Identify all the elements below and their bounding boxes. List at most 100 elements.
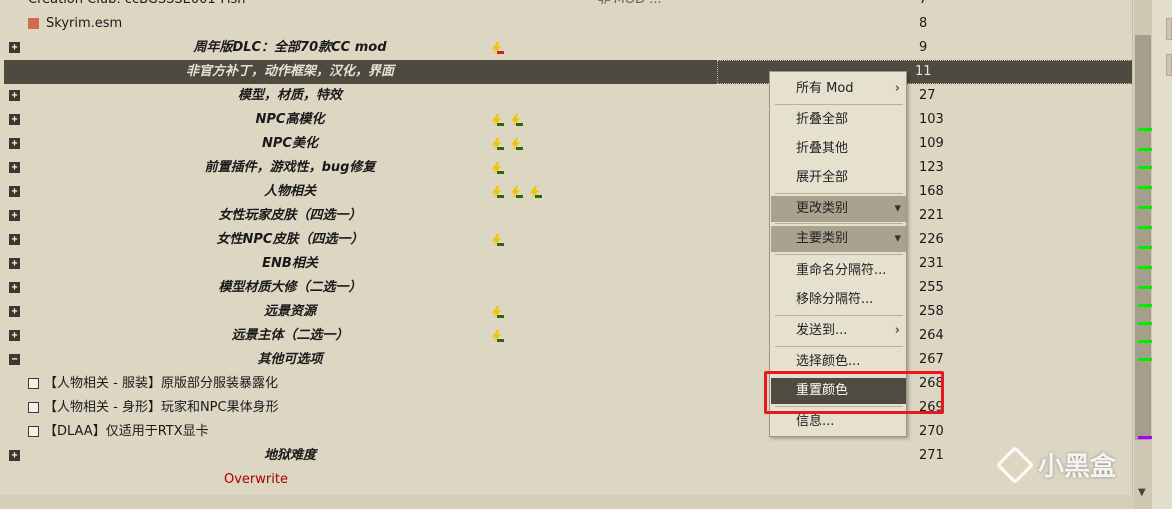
priority: 258 (919, 304, 944, 319)
menu-item-collapse-others[interactable]: 折叠其他 (771, 136, 906, 162)
expand-icon[interactable]: + (9, 90, 20, 101)
expand-icon[interactable]: + (9, 258, 20, 269)
scroll-marker (1138, 148, 1152, 151)
priority: 27 (919, 88, 936, 103)
mod-row[interactable]: Creation Club: ccBGSSSE001-Fish 非 MOD ..… (0, 0, 1132, 12)
side-panel-control[interactable] (1166, 18, 1172, 40)
separator-name: 非官方补丁，动作框架，汉化，界面 (185, 64, 394, 79)
separator-row[interactable]: + 地狱难度 271 (0, 444, 1132, 468)
separator-bar: 远景主体（二选一） (24, 324, 1132, 348)
expand-icon[interactable]: + (9, 306, 20, 317)
collapse-icon[interactable]: − (9, 354, 20, 365)
overwrite-row[interactable]: Overwrite (0, 468, 1132, 492)
horizontal-scrollbar[interactable] (0, 495, 1134, 509)
menu-item-expand-all[interactable]: 展开全部 (771, 165, 906, 191)
scroll-marker (1138, 304, 1152, 307)
separator-row[interactable]: + 前置插件，游戏性，bug修复 123 (0, 156, 1132, 180)
flag-icons (490, 161, 509, 175)
expand-icon[interactable]: + (9, 114, 20, 125)
side-panel-control[interactable] (1166, 54, 1172, 76)
menu-item-rename-separator[interactable]: 重命名分隔符... (771, 258, 906, 284)
separator-row[interactable]: + 人物相关 168 (0, 180, 1132, 204)
separator-row[interactable]: + ENB相关 231 (0, 252, 1132, 276)
mod-enable-checkbox[interactable] (28, 426, 39, 437)
menu-item-change-category[interactable]: 更改类别 (771, 196, 906, 222)
menu-item-all-mods[interactable]: 所有 Mod (771, 76, 906, 102)
scroll-marker (1138, 266, 1152, 269)
expand-icon[interactable]: + (9, 282, 20, 293)
separator-row[interactable]: + 女性玩家皮肤（四选一） 221 (0, 204, 1132, 228)
scroll-marker (1138, 436, 1152, 439)
separator-row[interactable]: + NPC美化 109 (0, 132, 1132, 156)
mod-name: Skyrim.esm (46, 16, 123, 31)
scroll-marker (1138, 246, 1152, 249)
scrollbar-thumb[interactable] (1135, 35, 1151, 440)
priority: 271 (919, 448, 944, 463)
separator-row[interactable]: + 远景主体（二选一） 264 (0, 324, 1132, 348)
menu-item-collapse-all[interactable]: 折叠全部 (771, 107, 906, 133)
separator-bar: 人物相关 (24, 180, 1132, 204)
mod-enable-checkbox[interactable] (28, 378, 39, 389)
scroll-marker (1138, 340, 1152, 343)
side-panel-edge (1152, 0, 1172, 509)
expand-icon[interactable]: + (9, 210, 20, 221)
separator-name: 前置插件，游戏性，bug修复 (204, 160, 376, 175)
annotation-highlight (764, 371, 944, 414)
separator-row[interactable]: + NPC高模化 103 (0, 108, 1132, 132)
separator-name: 模型，材质，特效 (237, 88, 342, 103)
menu-divider (775, 346, 903, 347)
scroll-marker (1138, 322, 1152, 325)
flag-icons (490, 137, 528, 151)
mod-name: 【DLAA】仅适用于RTX显卡 (44, 424, 209, 439)
separator-row[interactable]: + 周年版DLC：全部70款CC mod 9 (0, 36, 1132, 60)
plugin-row[interactable]: Skyrim.esm 8 (0, 12, 1132, 36)
expand-icon[interactable]: + (9, 162, 20, 173)
separator-bar: 女性NPC皮肤（四选一） (24, 228, 1132, 252)
plugin-icon (28, 18, 39, 29)
expand-icon[interactable]: + (9, 186, 20, 197)
expand-icon[interactable]: + (9, 234, 20, 245)
separator-bar: 远景资源 (24, 300, 1132, 324)
menu-item-remove-separator[interactable]: 移除分隔符... (771, 287, 906, 313)
mod-row[interactable]: 【人物相关 - 身形】玩家和NPC果体身形 269 (0, 396, 1132, 420)
watermark-text: 小黑盒 (1038, 452, 1117, 482)
mod-row[interactable]: 【人物相关 - 服装】原版部分服装暴露化 268 (0, 372, 1132, 396)
mod-list[interactable]: Creation Club: ccBGSSSE001-Fish 非 MOD ..… (0, 0, 1133, 495)
flag-icons (490, 329, 509, 343)
priority: 270 (919, 424, 944, 439)
overwrite-label: Overwrite (224, 472, 288, 487)
separator-row-selected[interactable]: 非官方补丁，动作框架，汉化，界面 11 (4, 60, 1132, 84)
menu-divider (775, 223, 903, 224)
priority: 7 (919, 0, 927, 12)
separator-bar: ENB相关 (24, 252, 1132, 276)
mod-name: Creation Club: ccBGSSSE001-Fish (28, 0, 246, 12)
separator-row-expanded[interactable]: − 其他可选项 267 (0, 348, 1132, 372)
vertical-scrollbar[interactable] (1134, 0, 1152, 509)
separator-bar: 模型材质大修（二选一） (24, 276, 1132, 300)
lightning-plugin-icon (509, 186, 523, 200)
separator-bar: 地狱难度 (24, 444, 1132, 468)
scroll-marker (1138, 166, 1152, 169)
mod-name: 【人物相关 - 身形】玩家和NPC果体身形 (44, 400, 279, 415)
menu-item-primary-category[interactable]: 主要类别 (771, 226, 906, 252)
priority: 103 (919, 112, 944, 127)
separator-row[interactable]: + 模型，材质，特效 27 (0, 84, 1132, 108)
separator-bar: 模型，材质，特效 (24, 84, 1132, 108)
expand-icon[interactable]: + (9, 330, 20, 341)
separator-name: 远景主体（二选一） (231, 328, 349, 343)
flag-icons (490, 113, 528, 127)
expand-icon[interactable]: + (9, 42, 20, 53)
flag-icons (490, 233, 509, 247)
separator-row[interactable]: + 女性NPC皮肤（四选一） 226 (0, 228, 1132, 252)
scroll-down-arrow-icon[interactable]: ▼ (1138, 487, 1146, 498)
mod-row[interactable]: 【DLAA】仅适用于RTX显卡 270 (0, 420, 1132, 444)
expand-icon[interactable]: + (9, 138, 20, 149)
scroll-marker (1138, 128, 1152, 131)
menu-item-send-to[interactable]: 发送到... (771, 318, 906, 344)
expand-icon[interactable]: + (9, 450, 20, 461)
mod-enable-checkbox[interactable] (28, 402, 39, 413)
separator-row[interactable]: + 模型材质大修（二选一） 255 (0, 276, 1132, 300)
separator-name: NPC美化 (262, 136, 318, 151)
separator-row[interactable]: + 远景资源 258 (0, 300, 1132, 324)
menu-divider (775, 315, 903, 316)
